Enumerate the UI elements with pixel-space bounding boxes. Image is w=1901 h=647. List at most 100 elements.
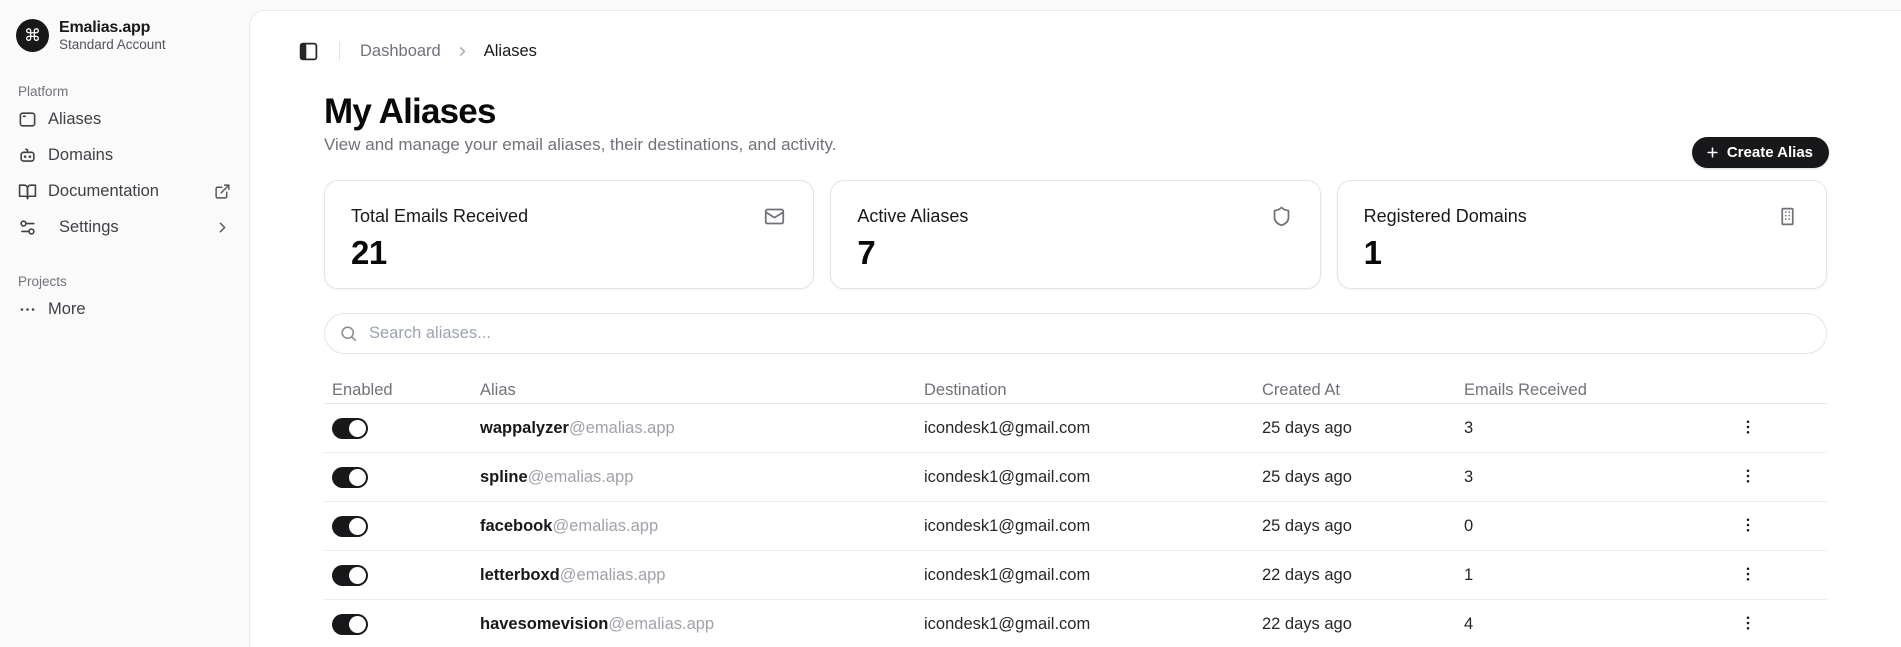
breadcrumb-chevron-icon bbox=[455, 44, 470, 59]
column-header-created-at: Created At bbox=[1262, 381, 1464, 400]
enabled-toggle[interactable] bbox=[332, 467, 368, 488]
sidebar-item-label: Documentation bbox=[48, 182, 159, 201]
stat-card-registered-domains: Registered Domains 1 bbox=[1337, 180, 1827, 289]
page-subtitle: View and manage your email aliases, thei… bbox=[324, 134, 1827, 156]
sidebar-item-label: Domains bbox=[48, 146, 113, 165]
alias-domain: @emalias.app bbox=[528, 468, 634, 486]
destination-cell: icondesk1@gmail.com bbox=[924, 468, 1262, 487]
toggle-knob bbox=[349, 567, 366, 584]
table-row: facebook@emalias.app icondesk1@gmail.com… bbox=[324, 502, 1827, 551]
sidebar-item-aliases[interactable]: Aliases bbox=[16, 101, 233, 137]
sidebar-item-more[interactable]: More bbox=[16, 291, 233, 327]
section-label-projects: Projects bbox=[16, 273, 233, 291]
table-body: wappalyzer@emalias.app icondesk1@gmail.c… bbox=[324, 404, 1827, 647]
created-at-cell: 25 days ago bbox=[1262, 419, 1464, 438]
enabled-toggle[interactable] bbox=[332, 516, 368, 537]
alias-domain: @emalias.app bbox=[569, 419, 675, 437]
alias-cell: letterboxd@emalias.app bbox=[480, 566, 924, 585]
sidebar-item-label: Aliases bbox=[48, 110, 101, 129]
sidebar: ⌘ Emalias.app Standard Account Platform … bbox=[0, 0, 249, 647]
stat-card-total-emails: Total Emails Received 21 bbox=[324, 180, 814, 289]
stat-cards: Total Emails Received 21 Active Aliases … bbox=[324, 180, 1827, 289]
divider bbox=[339, 42, 340, 61]
alias-user: letterboxd bbox=[480, 566, 560, 584]
table-row: wappalyzer@emalias.app icondesk1@gmail.c… bbox=[324, 404, 1827, 453]
page-title: My Aliases bbox=[324, 94, 1827, 130]
topbar: Dashboard Aliases bbox=[298, 40, 1827, 62]
toggle-knob bbox=[349, 616, 366, 633]
shield-icon bbox=[1271, 206, 1292, 227]
sidebar-item-settings[interactable]: Settings bbox=[16, 209, 233, 245]
domains-icon bbox=[18, 146, 37, 165]
breadcrumb-aliases: Aliases bbox=[484, 42, 537, 61]
destination-cell: icondesk1@gmail.com bbox=[924, 517, 1262, 536]
stat-value: 21 bbox=[351, 234, 785, 272]
search-icon bbox=[339, 324, 358, 343]
created-at-cell: 22 days ago bbox=[1262, 615, 1464, 634]
row-menu-kebab-icon[interactable] bbox=[1739, 467, 1757, 487]
alias-domain: @emalias.app bbox=[560, 566, 666, 584]
create-alias-label: Create Alias bbox=[1727, 144, 1813, 161]
alias-cell: spline@emalias.app bbox=[480, 468, 924, 487]
sidebar-toggle-icon[interactable] bbox=[298, 41, 319, 62]
emails-received-cell: 3 bbox=[1464, 419, 1739, 438]
stat-label: Active Aliases bbox=[857, 206, 1291, 227]
row-menu-kebab-icon[interactable] bbox=[1739, 516, 1757, 536]
emails-received-cell: 3 bbox=[1464, 468, 1739, 487]
table-row: spline@emalias.app icondesk1@gmail.com 2… bbox=[324, 453, 1827, 502]
enabled-toggle[interactable] bbox=[332, 614, 368, 635]
chevron-right-icon bbox=[214, 219, 231, 236]
stat-label: Total Emails Received bbox=[351, 206, 785, 227]
aliases-icon bbox=[18, 110, 37, 129]
alias-domain: @emalias.app bbox=[552, 517, 658, 535]
enabled-toggle[interactable] bbox=[332, 418, 368, 439]
sidebar-item-domains[interactable]: Domains bbox=[16, 137, 233, 173]
alias-cell: facebook@emalias.app bbox=[480, 517, 924, 536]
column-header-enabled: Enabled bbox=[324, 381, 480, 400]
table-header: Enabled Alias Destination Created At Ema… bbox=[324, 378, 1827, 404]
emails-received-cell: 1 bbox=[1464, 566, 1739, 585]
row-menu-kebab-icon[interactable] bbox=[1739, 614, 1757, 634]
column-header-emails-received: Emails Received bbox=[1464, 381, 1739, 400]
plus-icon bbox=[1705, 145, 1720, 160]
alias-cell: wappalyzer@emalias.app bbox=[480, 419, 924, 438]
destination-cell: icondesk1@gmail.com bbox=[924, 615, 1262, 634]
external-link-icon bbox=[214, 183, 231, 200]
row-menu-kebab-icon[interactable] bbox=[1739, 565, 1757, 585]
alias-domain: @emalias.app bbox=[608, 615, 714, 633]
stat-card-active-aliases: Active Aliases 7 bbox=[830, 180, 1320, 289]
aliases-table: Enabled Alias Destination Created At Ema… bbox=[324, 378, 1827, 647]
main-panel: Dashboard Aliases My Aliases View and ma… bbox=[249, 10, 1901, 647]
emails-received-cell: 0 bbox=[1464, 517, 1739, 536]
toggle-knob bbox=[349, 518, 366, 535]
row-menu-kebab-icon[interactable] bbox=[1739, 418, 1757, 438]
table-row: letterboxd@emalias.app icondesk1@gmail.c… bbox=[324, 551, 1827, 600]
sliders-icon bbox=[18, 218, 37, 237]
search-bar bbox=[324, 313, 1827, 354]
create-alias-button[interactable]: Create Alias bbox=[1692, 137, 1829, 168]
destination-cell: icondesk1@gmail.com bbox=[924, 566, 1262, 585]
account-type: Standard Account bbox=[59, 37, 166, 53]
column-header-alias: Alias bbox=[480, 381, 924, 400]
command-icon: ⌘ bbox=[24, 26, 41, 46]
toggle-knob bbox=[349, 420, 366, 437]
sidebar-item-label: More bbox=[48, 300, 86, 319]
emails-received-cell: 4 bbox=[1464, 615, 1739, 634]
created-at-cell: 25 days ago bbox=[1262, 517, 1464, 536]
sidebar-item-label-settings: Settings bbox=[59, 218, 119, 237]
enabled-toggle[interactable] bbox=[332, 565, 368, 586]
section-label-platform: Platform bbox=[16, 83, 233, 101]
alias-user: wappalyzer bbox=[480, 419, 569, 437]
account-switcher[interactable]: ⌘ Emalias.app Standard Account bbox=[16, 16, 233, 55]
book-open-icon bbox=[18, 182, 37, 201]
table-row: havesomevision@emalias.app icondesk1@gma… bbox=[324, 600, 1827, 647]
search-input[interactable] bbox=[324, 313, 1827, 354]
mail-icon bbox=[764, 206, 785, 227]
stat-value: 7 bbox=[857, 234, 1291, 272]
alias-cell: havesomevision@emalias.app bbox=[480, 615, 924, 634]
toggle-knob bbox=[349, 469, 366, 486]
sidebar-item-documentation[interactable]: Documentation bbox=[16, 173, 233, 209]
ellipsis-icon bbox=[18, 300, 37, 319]
stat-label: Registered Domains bbox=[1364, 206, 1798, 227]
breadcrumb-dashboard[interactable]: Dashboard bbox=[360, 42, 441, 61]
